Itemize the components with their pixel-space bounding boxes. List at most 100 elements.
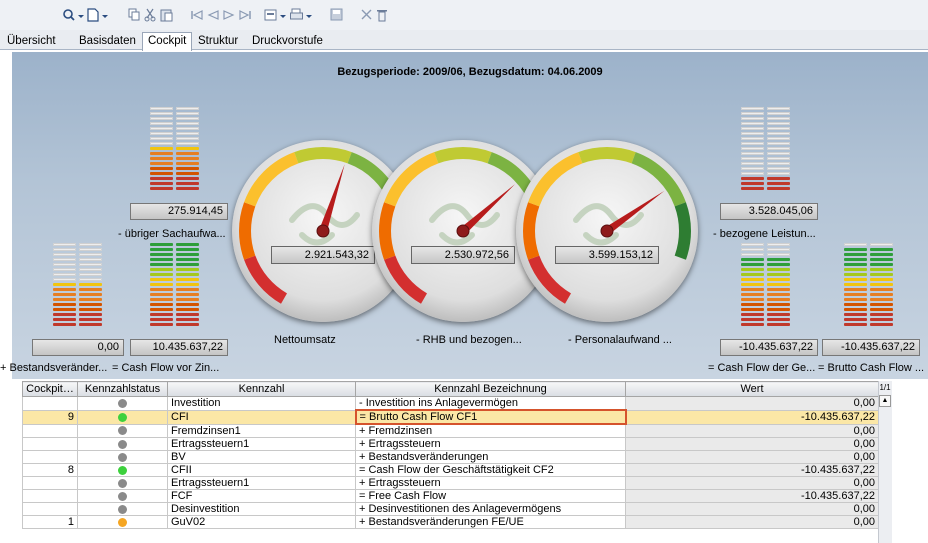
cell-wert[interactable]: 0,00 bbox=[625, 396, 879, 411]
cell-bezeichnung[interactable]: + Desinvestitionen des Anlagevermögens bbox=[355, 502, 626, 516]
table-row[interactable]: Ertragssteuern1 + Ertragssteuern 0,00 bbox=[22, 437, 879, 451]
cell-cockpit[interactable] bbox=[22, 476, 78, 490]
cell-wert[interactable]: 0,00 bbox=[625, 476, 879, 490]
print-preview-dropdown-icon[interactable] bbox=[290, 6, 314, 23]
cell-cockpit[interactable] bbox=[22, 423, 78, 438]
cell-kennzahl[interactable]: Fremdzinsen1 bbox=[167, 423, 356, 438]
cell-cockpit[interactable] bbox=[22, 450, 78, 464]
cell-wert[interactable]: 0,00 bbox=[625, 450, 879, 464]
cell-cockpit[interactable]: 9 bbox=[22, 409, 78, 425]
level-segment bbox=[767, 308, 790, 311]
level-segment bbox=[741, 132, 764, 135]
next-record-icon[interactable] bbox=[222, 6, 236, 23]
cell-bezeichnung[interactable]: + Fremdzinsen bbox=[355, 423, 626, 438]
cell-wert[interactable]: 0,00 bbox=[625, 502, 879, 516]
delete-icon[interactable] bbox=[376, 6, 389, 23]
cell-kennzahl[interactable]: BV bbox=[167, 450, 356, 464]
level-segment bbox=[741, 278, 764, 281]
level-segment bbox=[844, 288, 867, 291]
paste-icon[interactable] bbox=[160, 6, 173, 23]
cell-bezeichnung[interactable]: + Ertragssteuern bbox=[355, 437, 626, 451]
print-dropdown-icon[interactable] bbox=[264, 6, 288, 23]
cell-bezeichnung[interactable]: = Cash Flow der Geschäftstätigkeit CF2 bbox=[355, 463, 626, 477]
cell-cockpit[interactable] bbox=[22, 502, 78, 516]
table-row[interactable]: Investition - Investition ins Anlagevermö… bbox=[22, 396, 879, 411]
cell-kennzahl[interactable]: GuV02 bbox=[167, 515, 356, 529]
level-segment bbox=[53, 263, 76, 266]
indicator-label: = Cash Flow vor Zin... bbox=[112, 362, 220, 374]
table-row[interactable]: FCF = Free Cash Flow -10.435.637,22 bbox=[22, 489, 879, 503]
table-row[interactable]: 8 CFII = Cash Flow der Geschäftstätigkeit … bbox=[22, 463, 879, 477]
tab-druckvorstufe[interactable]: Druckvorstufe bbox=[247, 33, 328, 50]
previous-record-icon[interactable] bbox=[206, 6, 220, 23]
copy-icon[interactable] bbox=[128, 6, 141, 23]
cell-status[interactable] bbox=[77, 423, 168, 438]
cell-wert[interactable]: 0,00 bbox=[625, 515, 879, 529]
cell-status[interactable] bbox=[77, 437, 168, 451]
table-row[interactable]: Fremdzinsen1 + Fremdzinsen 0,00 bbox=[22, 423, 879, 438]
level-segment bbox=[741, 288, 764, 291]
cell-kennzahl[interactable]: Ertragssteuern1 bbox=[167, 437, 356, 451]
cell-status[interactable] bbox=[77, 489, 168, 503]
cell-bezeichnung[interactable]: + Bestandsveränderungen FE/UE bbox=[355, 515, 626, 529]
close-icon[interactable] bbox=[360, 6, 373, 23]
last-record-icon[interactable] bbox=[238, 6, 252, 23]
cell-bezeichnung[interactable]: = Free Cash Flow bbox=[355, 489, 626, 503]
table-row[interactable]: Desinvestition + Desinvestitionen des Anl… bbox=[22, 502, 879, 516]
first-record-icon[interactable] bbox=[190, 6, 204, 23]
tab-uebersicht[interactable]: Übersicht bbox=[2, 33, 61, 50]
cell-status[interactable] bbox=[77, 476, 168, 490]
level-segment bbox=[53, 268, 76, 271]
cell-kennzahl[interactable]: CFI bbox=[167, 409, 356, 425]
cell-wert[interactable]: -10.435.637,22 bbox=[625, 489, 879, 503]
cell-wert[interactable]: 0,00 bbox=[625, 423, 879, 438]
level-segment bbox=[844, 248, 867, 251]
cell-kennzahl[interactable]: FCF bbox=[167, 489, 356, 503]
cell-status[interactable] bbox=[77, 450, 168, 464]
column-header-bezeichnung[interactable]: Kennzahl Bezeichnung bbox=[355, 381, 626, 397]
level-segment bbox=[767, 162, 790, 165]
tab-basisdaten[interactable]: Basisdaten bbox=[74, 33, 141, 50]
cell-bezeichnung[interactable]: - Investition ins Anlagevermögen bbox=[355, 396, 626, 411]
tab-cockpit[interactable]: Cockpit bbox=[142, 32, 193, 51]
column-header-cockpit[interactable]: Cockpit… bbox=[22, 381, 78, 397]
tab-bar: Übersicht Basisdaten Cockpit Struktur Dr… bbox=[0, 30, 928, 51]
column-header-wert[interactable]: Wert bbox=[625, 381, 879, 397]
cell-bezeichnung[interactable]: + Bestandsveränderungen bbox=[355, 450, 626, 464]
column-header-kennzahl[interactable]: Kennzahl bbox=[167, 381, 356, 397]
cell-cockpit[interactable] bbox=[22, 437, 78, 451]
cell-wert[interactable]: 0,00 bbox=[625, 437, 879, 451]
cell-cockpit[interactable] bbox=[22, 396, 78, 411]
level-segment bbox=[870, 258, 893, 261]
cell-status[interactable] bbox=[77, 396, 168, 411]
cell-status[interactable] bbox=[77, 409, 168, 425]
cell-bezeichnung[interactable]: = Brutto Cash Flow CF1 bbox=[354, 409, 627, 425]
level-segment bbox=[741, 313, 764, 316]
cell-cockpit[interactable]: 1 bbox=[22, 515, 78, 529]
table-row[interactable]: BV + Bestandsveränderungen 0,00 bbox=[22, 450, 879, 464]
column-header-status[interactable]: Kennzahlstatus bbox=[77, 381, 168, 397]
cell-kennzahl[interactable]: Investition bbox=[167, 396, 356, 411]
save-icon[interactable] bbox=[330, 6, 343, 23]
search-dropdown-icon[interactable] bbox=[62, 6, 84, 23]
cell-bezeichnung[interactable]: + Ertragssteuern bbox=[355, 476, 626, 490]
level-segment bbox=[870, 243, 893, 246]
cell-status[interactable] bbox=[77, 463, 168, 477]
table-row[interactable]: 9 CFI = Brutto Cash Flow CF1 -10.435.637,22 bbox=[22, 409, 879, 425]
cell-kennzahl[interactable]: Desinvestition bbox=[167, 502, 356, 516]
cell-kennzahl[interactable]: Ertragssteuern1 bbox=[167, 476, 356, 490]
level-segment bbox=[176, 162, 199, 165]
cell-status[interactable] bbox=[77, 515, 168, 529]
table-row[interactable]: 1 GuV02 + Bestandsveränderungen FE/UE 0,00 bbox=[22, 515, 879, 529]
table-row[interactable]: Ertragssteuern1 + Ertragssteuern 0,00 bbox=[22, 476, 879, 490]
cell-wert[interactable]: -10.435.637,22 bbox=[625, 463, 879, 477]
cell-status[interactable] bbox=[77, 502, 168, 516]
new-document-icon[interactable] bbox=[86, 6, 108, 23]
tab-struktur[interactable]: Struktur bbox=[193, 33, 243, 50]
scroll-up-icon[interactable]: ▲ bbox=[879, 395, 891, 407]
cell-cockpit[interactable]: 8 bbox=[22, 463, 78, 477]
cell-cockpit[interactable] bbox=[22, 489, 78, 503]
cut-icon[interactable] bbox=[144, 6, 157, 23]
cell-wert[interactable]: -10.435.637,22 bbox=[625, 409, 879, 425]
cell-kennzahl[interactable]: CFII bbox=[167, 463, 356, 477]
